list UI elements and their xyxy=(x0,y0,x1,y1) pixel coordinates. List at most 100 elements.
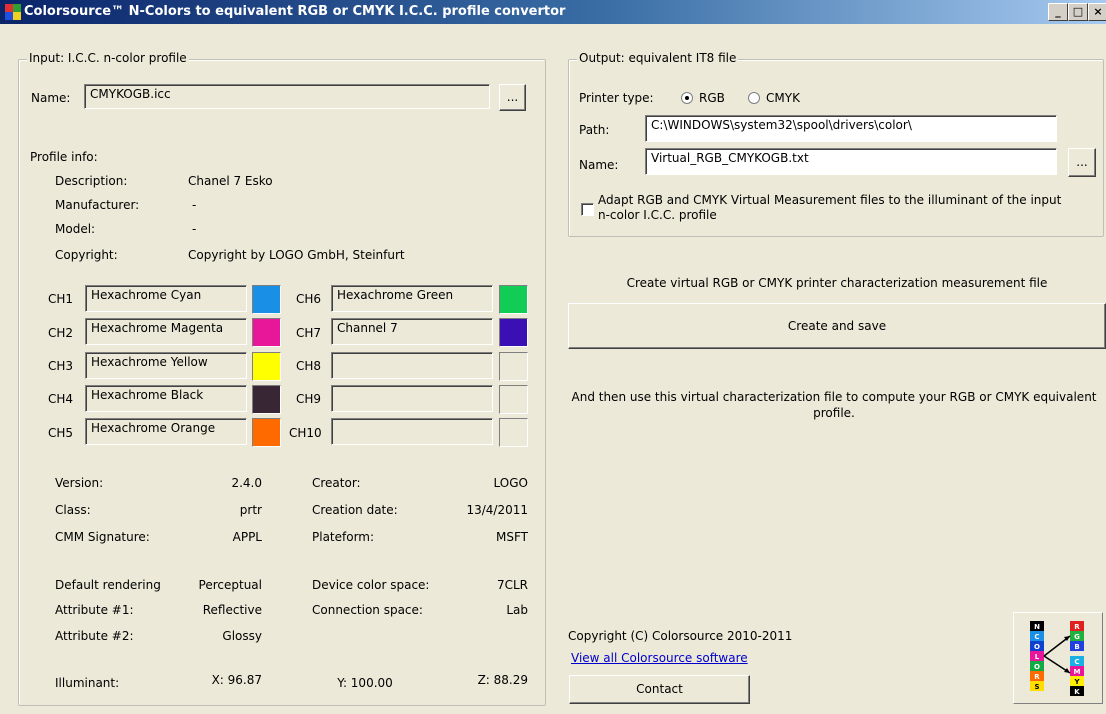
cmm-signature-value: APPL xyxy=(232,530,262,544)
logo-letter: L xyxy=(1035,653,1040,661)
printer-type-label: Printer type: xyxy=(579,91,654,105)
input-profile-name-field[interactable]: CMYKOGB.icc xyxy=(84,84,490,109)
contact-button[interactable]: Contact xyxy=(569,675,750,704)
class-value: prtr xyxy=(239,503,262,517)
logo-letter: O xyxy=(1034,643,1040,651)
view-all-software-link[interactable]: View all Colorsource software xyxy=(571,651,748,665)
attribute2-value: Glossy xyxy=(222,629,262,643)
channel-name-field[interactable]: Channel 7 xyxy=(331,318,493,345)
illuminant-z: Z: 88.29 xyxy=(477,673,528,687)
class-label: Class: xyxy=(55,503,91,517)
model-value: - xyxy=(192,222,197,236)
output-browse-button[interactable]: ... xyxy=(1068,148,1096,177)
app-icon xyxy=(5,4,21,20)
connection-space-label: Connection space: xyxy=(312,603,423,617)
maximize-button[interactable]: □ xyxy=(1068,3,1088,21)
logo-letter: N xyxy=(1034,623,1040,631)
output-group-label: Output: equivalent IT8 file xyxy=(577,51,739,65)
channel-name-field[interactable] xyxy=(331,418,493,445)
output-name-label: Name: xyxy=(579,158,619,172)
channel-color-swatch xyxy=(252,385,281,414)
channel-label: CH6 xyxy=(296,292,322,306)
channel-color-swatch xyxy=(499,385,528,414)
path-label: Path: xyxy=(579,123,610,137)
input-group-label: Input: I.C.C. n-color profile xyxy=(27,51,189,65)
channel-name-field[interactable]: Hexachrome Magenta xyxy=(85,318,247,345)
creator-label: Creator: xyxy=(312,476,361,490)
channel-name-field[interactable]: Hexachrome Yellow xyxy=(85,352,247,379)
copyright-label: Copyright: xyxy=(55,248,118,262)
channel-color-swatch xyxy=(252,352,281,381)
attribute1-label: Attribute #1: xyxy=(55,603,134,617)
colorsource-logo: N C O L O R S R G B C M Y K xyxy=(1013,612,1103,704)
default-rendering-label: Default rendering xyxy=(55,578,161,592)
create-caption: Create virtual RGB or CMYK printer chara… xyxy=(626,276,1048,290)
manufacturer-label: Manufacturer: xyxy=(55,198,140,212)
create-and-save-button[interactable]: Create and save xyxy=(568,303,1106,349)
cmyk-radio[interactable] xyxy=(748,92,760,104)
logo-letter: Y xyxy=(1073,678,1080,686)
copyright-footer: Copyright (C) Colorsource 2010-2011 xyxy=(568,629,793,643)
channel-color-swatch xyxy=(252,318,281,347)
logo-letter: C xyxy=(1074,658,1079,666)
adapt-illuminant-checkbox[interactable] xyxy=(581,203,594,216)
model-label: Model: xyxy=(55,222,96,236)
logo-letter: S xyxy=(1034,683,1039,691)
rgb-radio-label[interactable]: RGB xyxy=(699,91,725,105)
creation-date-value: 13/4/2011 xyxy=(466,503,528,517)
version-value: 2.4.0 xyxy=(231,476,262,490)
channel-color-swatch xyxy=(499,352,528,381)
version-label: Version: xyxy=(55,476,104,490)
logo-letter: R xyxy=(1034,673,1040,681)
channel-color-swatch xyxy=(499,285,528,314)
logo-letter: R xyxy=(1074,623,1080,631)
logo-letter: B xyxy=(1074,643,1079,651)
illuminant-label: Illuminant: xyxy=(55,676,120,690)
channel-color-swatch xyxy=(499,318,528,347)
channel-name-field[interactable]: Hexachrome Green xyxy=(331,285,493,312)
channel-name-field[interactable] xyxy=(331,385,493,412)
channel-name-field[interactable]: Hexachrome Cyan xyxy=(85,285,247,312)
output-name-input[interactable]: Virtual_RGB_CMYKOGB.txt xyxy=(645,148,1057,175)
device-color-space-label: Device color space: xyxy=(312,578,430,592)
manufacturer-value: - xyxy=(192,198,197,212)
adapt-illuminant-label-line2[interactable]: n-color I.C.C. profile xyxy=(598,208,717,222)
then-use-text-line2: profile. xyxy=(813,406,855,420)
channel-label: CH8 xyxy=(296,359,322,373)
channel-color-swatch xyxy=(252,285,281,314)
channel-label: CH2 xyxy=(48,326,74,340)
copyright-value: Copyright by LOGO GmbH, Steinfurt xyxy=(188,248,405,262)
description-label: Description: xyxy=(55,174,128,188)
then-use-text-line1: And then use this virtual characterizati… xyxy=(571,390,1097,404)
channel-label: CH10 xyxy=(289,426,322,440)
cmyk-radio-label[interactable]: CMYK xyxy=(766,91,800,105)
title-bar[interactable]: Colorsource™ N-Colors to equivalent RGB … xyxy=(0,0,1106,24)
plateform-label: Plateform: xyxy=(312,530,375,544)
description-value: Chanel 7 Esko xyxy=(188,174,273,188)
logo-letter: G xyxy=(1074,633,1080,641)
cmm-signature-label: CMM Signature: xyxy=(55,530,150,544)
profile-info-label: Profile info: xyxy=(30,150,98,164)
connection-space-value: Lab xyxy=(506,603,528,617)
channel-name-field[interactable]: Hexachrome Black xyxy=(85,385,247,412)
channel-color-swatch xyxy=(252,418,281,447)
illuminant-x: X: 96.87 xyxy=(211,673,262,687)
creation-date-label: Creation date: xyxy=(312,503,398,517)
creator-value: LOGO xyxy=(493,476,528,490)
rgb-radio[interactable] xyxy=(681,92,693,104)
path-input[interactable]: C:\WINDOWS\system32\spool\drivers\color\ xyxy=(645,115,1057,142)
close-button[interactable]: × xyxy=(1088,3,1106,21)
input-browse-button[interactable]: ... xyxy=(499,84,526,111)
plateform-value: MSFT xyxy=(496,530,528,544)
minimize-button[interactable]: _ xyxy=(1048,3,1068,21)
device-color-space-value: 7CLR xyxy=(496,578,528,592)
window-title: Colorsource™ N-Colors to equivalent RGB … xyxy=(24,4,566,19)
attribute1-value: Reflective xyxy=(202,603,262,617)
channel-name-field[interactable] xyxy=(331,352,493,379)
channel-label: CH7 xyxy=(296,326,322,340)
channel-name-field[interactable]: Hexachrome Orange xyxy=(85,418,247,445)
adapt-illuminant-label-line1[interactable]: Adapt RGB and CMYK Virtual Measurement f… xyxy=(598,193,1061,207)
channel-label: CH1 xyxy=(48,292,74,306)
channel-color-swatch xyxy=(499,418,528,447)
channel-label: CH9 xyxy=(296,392,322,406)
